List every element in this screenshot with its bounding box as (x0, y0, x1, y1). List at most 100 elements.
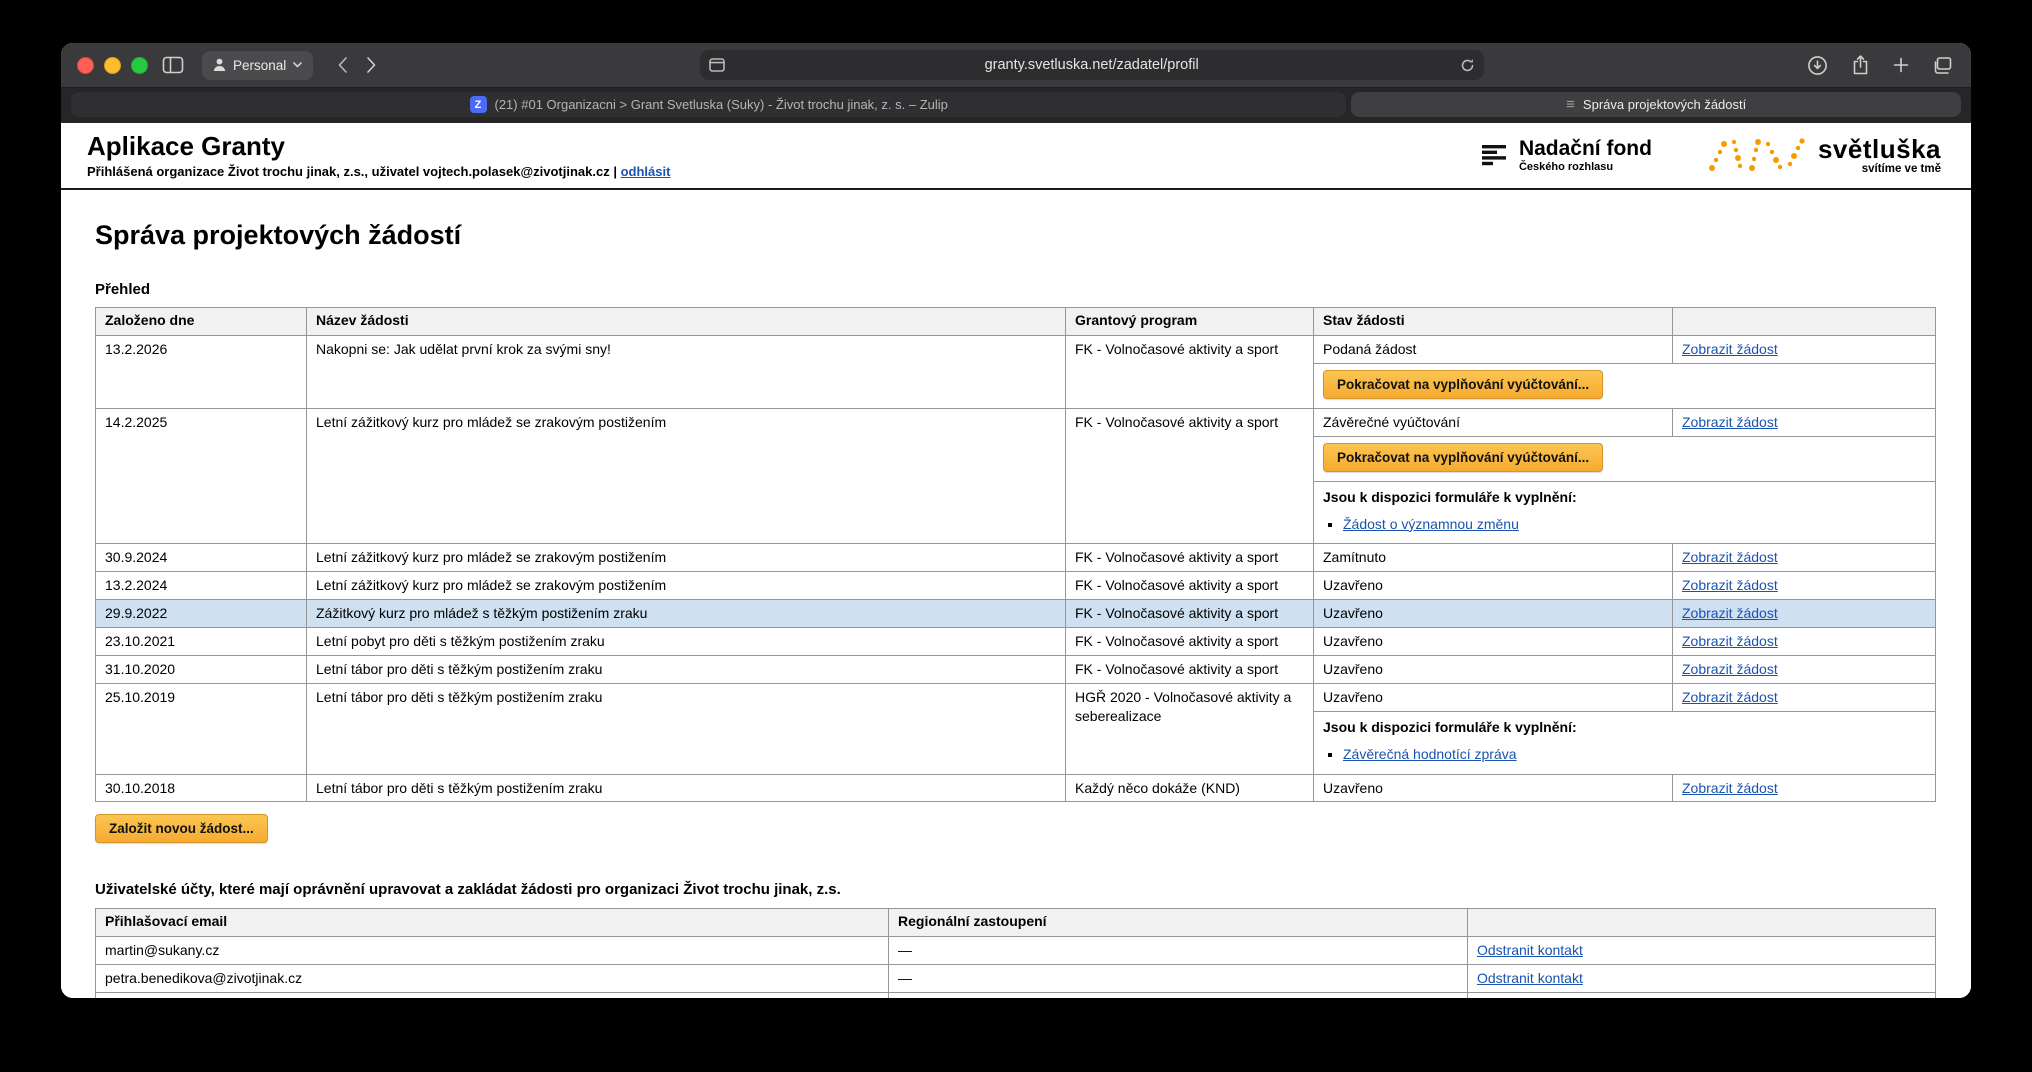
cell-email: martin@sukany.cz (96, 937, 889, 965)
partner-logos: Nadační fond Českého rozhlasu (1480, 134, 1941, 176)
sidebar-toggle-icon[interactable] (162, 56, 184, 74)
cell-program: FK - Volnočasové aktivity a sport (1066, 408, 1314, 544)
cell-date: 13.2.2026 (96, 335, 307, 408)
downloads-icon[interactable] (1806, 54, 1829, 77)
list-item: Závěrečná hodnotící zpráva (1343, 745, 1926, 764)
remove-contact-link[interactable]: Odstranit kontakt (1477, 970, 1583, 986)
cell-actions: Zobrazit žádost (1673, 544, 1936, 572)
col-header-name: Název žádosti (307, 307, 1066, 335)
svetluska-logo: světluška svítíme ve tmě (1704, 134, 1941, 176)
profile-button[interactable]: Personal (202, 51, 313, 80)
cell-status: Zamítnuto (1314, 544, 1673, 572)
cell-date: 29.9.2022 (96, 600, 307, 628)
col-header-actions (1673, 307, 1936, 335)
col-header-region: Regionální zastoupení (889, 909, 1468, 937)
cell-date: 23.10.2021 (96, 628, 307, 656)
cell-actions: Zobrazit žádost (1673, 656, 1936, 684)
view-request-link[interactable]: Zobrazit žádost (1682, 780, 1778, 796)
cell-region: — (889, 937, 1468, 965)
browser-window: Personal granty.svetluska.net/zadatel/pr… (61, 43, 1971, 998)
cell-name: Nakopni se: Jak udělat první krok za svý… (307, 335, 1066, 408)
table-row: petra.benedikova@zivotjinak.cz — Odstran… (96, 965, 1936, 993)
cell-button: Pokračovat na vyplňování vyúčtování... (1314, 363, 1936, 408)
cell-status: Uzavřeno (1314, 683, 1673, 711)
cell-program: FK - Volnočasové aktivity a sport (1066, 656, 1314, 684)
col-header-program: Grantový program (1066, 307, 1314, 335)
logged-in-text: Přihlášená organizace Život trochu jinak… (87, 164, 617, 179)
applications-table: Založeno dne Název žádosti Grantový prog… (95, 307, 1936, 803)
close-window-button[interactable] (77, 57, 94, 74)
cell-button: Pokračovat na vyplňování vyúčtování... (1314, 436, 1936, 481)
table-row: 14.2.2025 Letní zážitkový kurz pro mláde… (96, 408, 1936, 436)
address-bar[interactable]: granty.svetluska.net/zadatel/profil (700, 50, 1484, 80)
reload-icon[interactable] (1460, 58, 1475, 73)
share-icon[interactable] (1851, 54, 1870, 76)
cell-status: Uzavřeno (1314, 774, 1673, 802)
cell-region: — (889, 993, 1468, 998)
cell-name: Letní pobyt pro děti s těžkým postižením… (307, 628, 1066, 656)
page-settings-icon[interactable] (709, 58, 725, 72)
view-request-link[interactable]: Zobrazit žádost (1682, 577, 1778, 593)
view-request-link[interactable]: Zobrazit žádost (1682, 414, 1778, 430)
tab-sprava-zadosti[interactable]: ≡ Správa projektových žádostí (1351, 92, 1961, 117)
app-title: Aplikace Granty (87, 132, 670, 162)
cell-name: Letní tábor pro děti s těžkým postižením… (307, 774, 1066, 802)
form-link[interactable]: Žádost o významnou změnu (1343, 516, 1519, 532)
forms-available-label: Jsou k dispozici formuláře k vyplnění: (1323, 718, 1926, 737)
cell-actions: Zobrazit žádost (1673, 335, 1936, 363)
cell-program: FK - Volnočasové aktivity a sport (1066, 628, 1314, 656)
zoom-window-button[interactable] (131, 57, 148, 74)
accounts-table: Přihlašovací email Regionální zastoupení… (95, 908, 1936, 998)
cell-program: HGŘ 2020 - Volnočasové aktivity a sebere… (1066, 683, 1314, 774)
firefly-dots-icon (1704, 134, 1808, 176)
new-tab-icon[interactable] (1892, 56, 1910, 74)
cell-status: Podaná žádost (1314, 335, 1673, 363)
cell-actions: Zobrazit žádost (1673, 628, 1936, 656)
back-button[interactable] (337, 56, 348, 74)
view-request-link[interactable]: Zobrazit žádost (1682, 661, 1778, 677)
tab-overview-icon[interactable] (1932, 56, 1953, 75)
cell-status: Uzavřeno (1314, 572, 1673, 600)
table-header-row: Přihlašovací email Regionální zastoupení (96, 909, 1936, 937)
nadacni-fond-text: Nadační fond (1519, 138, 1652, 159)
cell-actions: Zobrazit žádost (1673, 408, 1936, 436)
table-row: 25.10.2019 Letní tábor pro děti s těžkým… (96, 683, 1936, 711)
overview-heading: Přehled (95, 281, 1935, 298)
col-header-date: Založeno dne (96, 307, 307, 335)
tab-bar: Z (21) #01 Organizacni > Grant Svetluska… (61, 87, 1971, 123)
zulip-favicon-icon: Z (470, 96, 487, 113)
continue-billing-button[interactable]: Pokračovat na vyplňování vyúčtování... (1323, 443, 1603, 472)
form-link[interactable]: Závěrečná hodnotící zpráva (1343, 746, 1517, 762)
view-request-link[interactable]: Zobrazit žádost (1682, 633, 1778, 649)
table-row: 30.10.2018 Letní tábor pro děti s těžkým… (96, 774, 1936, 802)
accounts-heading: Uživatelské účty, které mají oprávnění u… (95, 881, 1795, 898)
continue-billing-button[interactable]: Pokračovat na vyplňování vyúčtování... (1323, 370, 1603, 399)
view-request-link[interactable]: Zobrazit žádost (1682, 605, 1778, 621)
nadacni-fond-logo: Nadační fond Českého rozhlasu (1480, 138, 1652, 173)
new-request-button[interactable]: Založit novou žádost... (95, 814, 268, 843)
cell-name: Letní tábor pro děti s těžkým postižením… (307, 656, 1066, 684)
view-request-link[interactable]: Zobrazit žádost (1682, 549, 1778, 565)
table-row: 31.10.2020 Letní tábor pro děti s těžkým… (96, 656, 1936, 684)
cesky-rozhlas-icon (1480, 140, 1510, 170)
cell-name: Zážitkový kurz pro mládež s těžkým posti… (307, 600, 1066, 628)
cell-actions: Zobrazit žádost (1673, 572, 1936, 600)
navigation-buttons (337, 56, 377, 74)
main-content: Správa projektových žádostí Přehled Zalo… (61, 220, 1971, 998)
cell-name: Letní zážitkový kurz pro mládež se zrako… (307, 572, 1066, 600)
view-request-link[interactable]: Zobrazit žádost (1682, 341, 1778, 357)
forward-button[interactable] (366, 56, 377, 74)
table-header-row: Založeno dne Název žádosti Grantový prog… (96, 307, 1936, 335)
cell-date: 31.10.2020 (96, 656, 307, 684)
cell-status: Uzavřeno (1314, 656, 1673, 684)
view-request-link[interactable]: Zobrazit žádost (1682, 689, 1778, 705)
toolbar-right-icons (1806, 54, 1953, 77)
svetluska-text: světluška (1818, 136, 1941, 162)
logout-link[interactable]: odhlásit (621, 164, 671, 179)
remove-contact-link[interactable]: Odstranit kontakt (1477, 942, 1583, 958)
url-text: granty.svetluska.net/zadatel/profil (700, 57, 1484, 73)
cell-actions: Odstranit kontakt (1468, 965, 1936, 993)
tab-zulip[interactable]: Z (21) #01 Organizacni > Grant Svetluska… (71, 92, 1346, 117)
table-row: 30.9.2024 Letní zážitkový kurz pro mláde… (96, 544, 1936, 572)
minimize-window-button[interactable] (104, 57, 121, 74)
